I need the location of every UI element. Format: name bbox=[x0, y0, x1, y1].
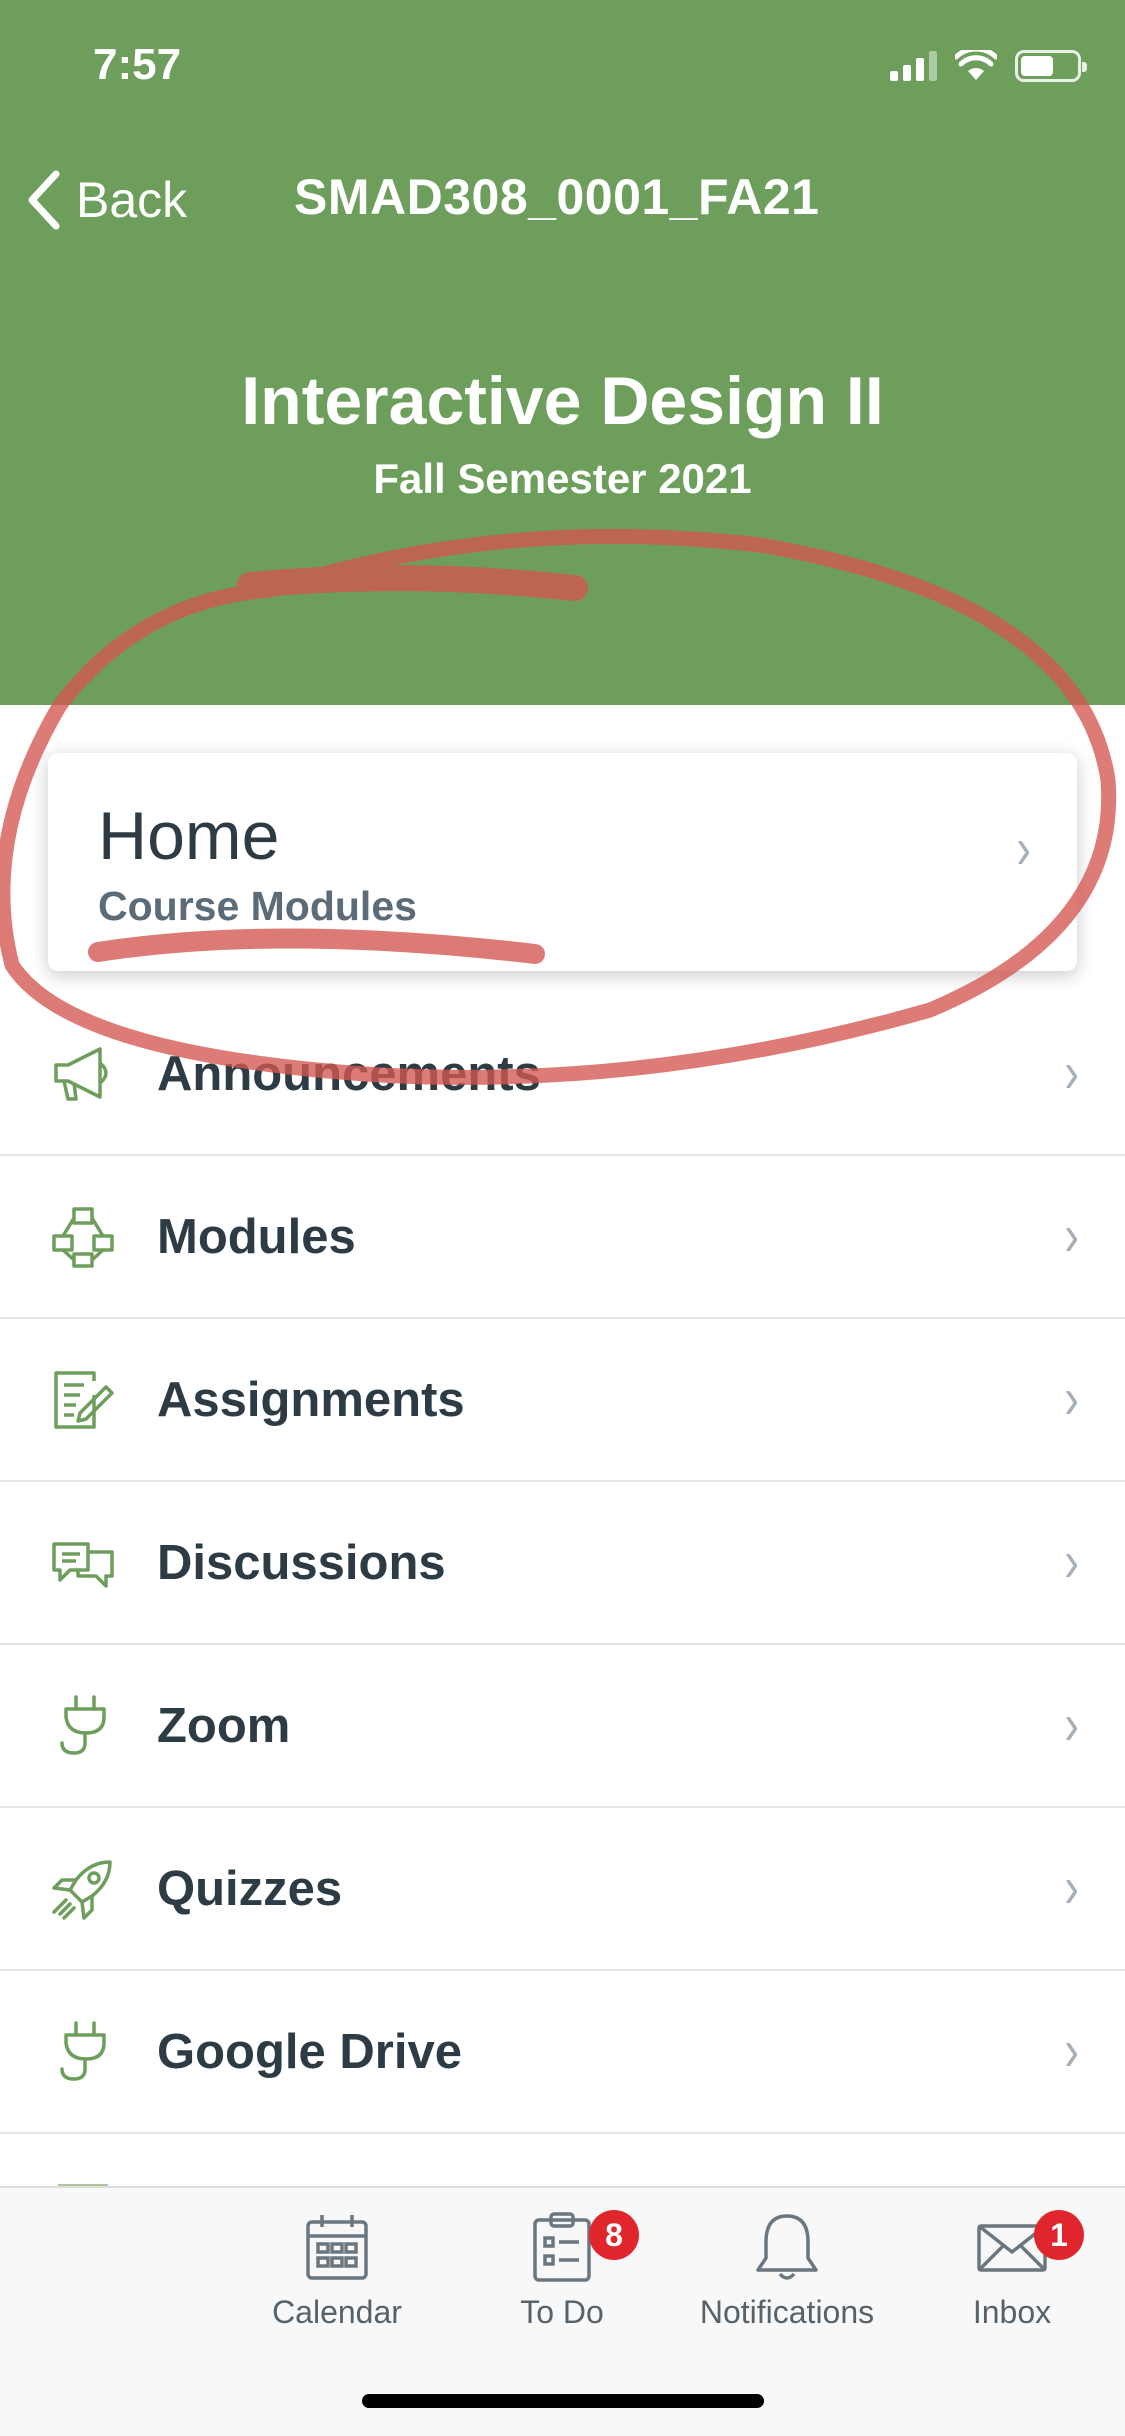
home-card[interactable]: Home Course Modules › bbox=[48, 753, 1077, 971]
course-term: Fall Semester 2021 bbox=[373, 455, 752, 502]
status-time: 7:57 bbox=[93, 40, 182, 89]
inbox-badge: 1 bbox=[1034, 2210, 1084, 2260]
rocket-icon bbox=[52, 1859, 112, 1920]
chevron-left-icon bbox=[28, 170, 60, 230]
tab-inbox[interactable]: Inbox 1 bbox=[897, 2210, 1125, 2350]
menu-item-partial[interactable] bbox=[0, 2134, 1125, 2194]
plug-icon bbox=[60, 2020, 106, 2081]
modules-icon bbox=[52, 1206, 114, 1268]
chevron-right-icon: › bbox=[1064, 1039, 1079, 1105]
back-button[interactable]: Back bbox=[24, 160, 187, 240]
menu-item-label: Quizzes bbox=[157, 1861, 343, 1916]
battery-icon bbox=[1015, 50, 1087, 82]
menu-item-label: Modules bbox=[157, 1209, 356, 1264]
menu-item-label: Assignments bbox=[157, 1372, 465, 1427]
home-subtitle: Course Modules bbox=[98, 883, 417, 929]
tab-label: Calendar bbox=[272, 2294, 402, 2330]
menu-item-discussions[interactable]: Discussions › bbox=[0, 1482, 1125, 1645]
menu-item-label: Google Drive bbox=[157, 2024, 462, 2079]
nav-title: SMAD308_0001_FA21 bbox=[294, 169, 820, 225]
todo-icon bbox=[533, 2212, 591, 2282]
cellular-signal-icon bbox=[890, 51, 937, 81]
wifi-icon bbox=[955, 50, 997, 80]
menu-item-modules[interactable]: Modules › bbox=[0, 1156, 1125, 1319]
tab-label: Notifications bbox=[699, 2294, 875, 2330]
chevron-right-icon: › bbox=[1064, 2017, 1079, 2083]
tab-label: Inbox bbox=[972, 2294, 1052, 2330]
back-label: Back bbox=[76, 172, 188, 228]
status-icons bbox=[890, 50, 1087, 82]
tab-todo[interactable]: To Do 8 bbox=[447, 2210, 677, 2350]
course-header: 7:57 Back SMAD308_0001_FA21 Interactive … bbox=[0, 0, 1125, 705]
home-title: Home bbox=[98, 798, 280, 874]
plug-icon bbox=[60, 1694, 106, 1755]
chevron-right-icon: › bbox=[1064, 1202, 1079, 1268]
menu-item-label: Zoom bbox=[157, 1698, 291, 1753]
menu-item-announcements[interactable]: Announcements › bbox=[0, 993, 1125, 1156]
course-title: Interactive Design II bbox=[241, 363, 884, 439]
menu-item-assignments[interactable]: Assignments › bbox=[0, 1319, 1125, 1482]
megaphone-icon bbox=[54, 1046, 108, 1101]
discussions-icon bbox=[52, 1541, 114, 1588]
todo-badge: 8 bbox=[589, 2210, 639, 2260]
tab-calendar[interactable]: Calendar bbox=[222, 2210, 452, 2350]
calendar-icon bbox=[306, 2215, 368, 2280]
chevron-right-icon: › bbox=[1016, 816, 1031, 881]
chevron-right-icon: › bbox=[1064, 1691, 1079, 1757]
menu-item-label: Discussions bbox=[157, 1535, 446, 1590]
chevron-right-icon: › bbox=[1064, 1854, 1079, 1920]
menu-item-quizzes[interactable]: Quizzes › bbox=[0, 1808, 1125, 1971]
tab-label: To Do bbox=[520, 2294, 604, 2330]
menu-item-label: Announcements bbox=[157, 1046, 541, 1101]
menu-item-google-drive[interactable]: Google Drive › bbox=[0, 1971, 1125, 2134]
course-menu: Announcements › Modules › Assignments › … bbox=[0, 993, 1125, 2194]
bell-icon bbox=[756, 2214, 818, 2280]
chevron-right-icon: › bbox=[1064, 1365, 1079, 1431]
menu-item-zoom[interactable]: Zoom › bbox=[0, 1645, 1125, 1808]
chevron-right-icon: › bbox=[1064, 1528, 1079, 1594]
tab-notifications[interactable]: Notifications bbox=[672, 2210, 902, 2350]
home-indicator bbox=[362, 2394, 764, 2408]
assignment-icon bbox=[54, 1370, 114, 1429]
